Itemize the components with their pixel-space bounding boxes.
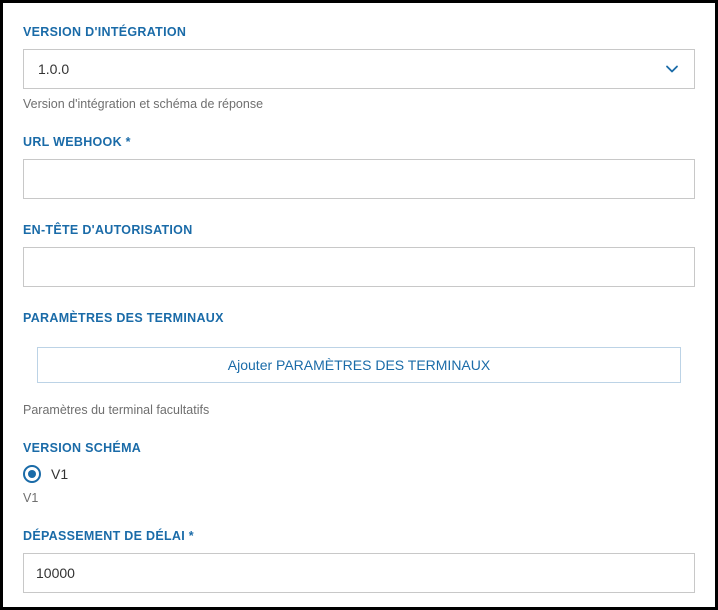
integration-version-value: 1.0.0 bbox=[38, 61, 69, 77]
schema-version-option-label: V1 bbox=[51, 466, 68, 482]
integration-version-helper: Version d'intégration et schéma de répon… bbox=[23, 97, 695, 111]
webhook-url-input[interactable] bbox=[23, 159, 695, 199]
webhook-url-label: URL WEBHOOK * bbox=[23, 135, 695, 149]
terminal-params-button-row: Ajouter PARAMÈTRES DES TERMINAUX bbox=[23, 335, 695, 395]
integration-version-field: VERSION D'INTÉGRATION 1.0.0 Version d'in… bbox=[23, 25, 695, 111]
radio-icon bbox=[23, 465, 41, 483]
auth-header-label: EN-TÊTE D'AUTORISATION bbox=[23, 223, 695, 237]
webhook-url-field: URL WEBHOOK * bbox=[23, 135, 695, 199]
radio-checked-icon bbox=[28, 470, 36, 478]
terminal-params-label: PARAMÈTRES DES TERMINAUX bbox=[23, 311, 695, 325]
auth-header-input[interactable] bbox=[23, 247, 695, 287]
schema-version-label: VERSION SCHÉMA bbox=[23, 441, 695, 455]
timeout-field: DÉPASSEMENT DE DÉLAI * bbox=[23, 529, 695, 593]
add-terminal-params-button[interactable]: Ajouter PARAMÈTRES DES TERMINAUX bbox=[37, 347, 681, 383]
integration-version-select[interactable]: 1.0.0 bbox=[23, 49, 695, 89]
terminal-params-helper: Paramètres du terminal facultatifs bbox=[23, 403, 695, 417]
integration-version-label: VERSION D'INTÉGRATION bbox=[23, 25, 695, 39]
timeout-input[interactable] bbox=[23, 553, 695, 593]
auth-header-field: EN-TÊTE D'AUTORISATION bbox=[23, 223, 695, 287]
schema-version-option-v1[interactable]: V1 bbox=[23, 465, 695, 483]
timeout-label: DÉPASSEMENT DE DÉLAI * bbox=[23, 529, 695, 543]
chevron-down-icon bbox=[664, 61, 680, 77]
schema-version-helper: V1 bbox=[23, 491, 695, 505]
terminal-params-field: PARAMÈTRES DES TERMINAUX Ajouter PARAMÈT… bbox=[23, 311, 695, 417]
schema-version-field: VERSION SCHÉMA V1 V1 bbox=[23, 441, 695, 505]
